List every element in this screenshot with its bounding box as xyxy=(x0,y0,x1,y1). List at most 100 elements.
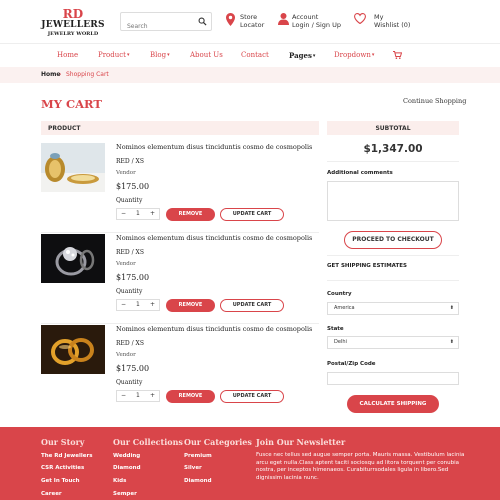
continue-shopping-link[interactable]: Continue Shopping xyxy=(403,97,466,105)
shipping-estimates-title: GET SHIPPING ESTIMATES xyxy=(327,263,407,269)
cart-item: Nominos elementum disus tinciduntis cosm… xyxy=(41,325,319,415)
footer-link[interactable]: Silver xyxy=(184,465,202,471)
update-cart-button[interactable]: UPDATE CART xyxy=(220,208,284,221)
product-variant: RED / XS xyxy=(116,340,144,347)
footer-categories-title: Our Categories xyxy=(184,437,252,447)
quantity-value[interactable]: 1 xyxy=(136,392,140,399)
product-image-diamond-ring[interactable] xyxy=(41,234,105,283)
search-icon[interactable] xyxy=(198,17,207,26)
nav-pages[interactable]: Pages▾ xyxy=(289,51,315,60)
country-select[interactable]: America ⬍ xyxy=(327,302,459,315)
page-title: MY CART xyxy=(41,97,102,111)
product-name[interactable]: Nominos elementum disus tinciduntis cosm… xyxy=(116,143,312,151)
chevron-down-icon: ⬍ xyxy=(449,339,454,345)
footer-link[interactable]: The Rd Jewellers xyxy=(41,453,92,459)
footer-link[interactable]: Wedding xyxy=(113,453,140,459)
summary-divider xyxy=(327,280,459,281)
update-cart-button[interactable]: UPDATE CART xyxy=(220,299,284,312)
footer-newsletter-title: Join Our Newsletter xyxy=(256,437,346,447)
breadcrumb-separator: › xyxy=(59,71,62,78)
nav-product[interactable]: Product▾ xyxy=(98,51,130,59)
nav-blog[interactable]: Blog▾ xyxy=(150,51,170,59)
item-divider xyxy=(41,232,319,233)
nav-contact[interactable]: Contact xyxy=(241,51,269,59)
country-label: Country xyxy=(327,291,352,297)
nav-dropdown-label: Dropdown xyxy=(334,51,371,59)
comments-textarea[interactable] xyxy=(327,181,459,221)
breadcrumb-home[interactable]: Home xyxy=(41,71,60,78)
decrement-button[interactable]: − xyxy=(121,301,126,308)
product-name[interactable]: Nominos elementum disus tinciduntis cosm… xyxy=(116,234,312,242)
logo-line-1: RD xyxy=(62,7,84,21)
country-value: America xyxy=(334,305,355,311)
state-label: State xyxy=(327,326,344,332)
footer-link[interactable]: Diamond xyxy=(184,478,212,484)
footer-link[interactable]: Semper xyxy=(113,491,137,497)
subtotal-column-header: SUBTOTAL xyxy=(327,121,459,135)
remove-button[interactable]: REMOVE xyxy=(166,299,215,312)
comments-label: Additional comments xyxy=(327,170,393,176)
breadcrumb: Home › Shopping Cart xyxy=(0,67,500,83)
quantity-stepper: − 1 + xyxy=(116,299,160,311)
chevron-down-icon: ▾ xyxy=(312,53,316,59)
footer-link[interactable]: Career xyxy=(41,491,62,497)
footer-link[interactable]: Kids xyxy=(113,478,126,484)
decrement-button[interactable]: − xyxy=(121,210,126,217)
product-column-header: PRODUCT xyxy=(41,121,319,135)
quantity-value[interactable]: 1 xyxy=(136,301,140,308)
product-vendor: Vendor xyxy=(116,261,136,267)
quantity-label: Quantity xyxy=(116,197,143,204)
remove-button[interactable]: REMOVE xyxy=(166,390,215,403)
nav-cart[interactable] xyxy=(393,51,403,61)
checkout-button[interactable]: PROCEED TO CHECKOUT xyxy=(344,231,442,249)
chevron-down-icon: ⬍ xyxy=(449,305,454,311)
quantity-label: Quantity xyxy=(116,379,143,386)
product-vendor: Vendor xyxy=(116,170,136,176)
quantity-value[interactable]: 1 xyxy=(136,210,140,217)
footer-collections-title: Our Collections xyxy=(113,437,183,447)
product-vendor: Vendor xyxy=(116,352,136,358)
increment-button[interactable]: + xyxy=(150,392,155,399)
increment-button[interactable]: + xyxy=(150,210,155,217)
footer-our-story-title: Our Story xyxy=(41,437,85,447)
footer-link[interactable]: Premium xyxy=(184,453,212,459)
product-price: $175.00 xyxy=(116,273,150,282)
wishlist-line2: Wishlist (0) xyxy=(374,21,411,29)
remove-button[interactable]: REMOVE xyxy=(166,208,215,221)
wishlist-line1: My xyxy=(374,13,384,21)
nav-about[interactable]: About Us xyxy=(190,51,223,59)
increment-button[interactable]: + xyxy=(150,301,155,308)
state-select[interactable]: Delhi ⬍ xyxy=(327,336,459,349)
product-variant: RED / XS xyxy=(116,249,144,256)
account-line2: Login / Sign Up xyxy=(292,21,341,29)
footer-link[interactable]: Get In Touch xyxy=(41,478,80,484)
nav-home[interactable]: Home xyxy=(57,51,78,59)
zip-input[interactable] xyxy=(327,372,459,385)
quantity-stepper: − 1 + xyxy=(116,390,160,402)
search-input[interactable] xyxy=(121,18,195,35)
update-cart-button[interactable]: UPDATE CART xyxy=(220,390,284,403)
quantity-stepper: − 1 + xyxy=(116,208,160,220)
quantity-label: Quantity xyxy=(116,288,143,295)
logo[interactable]: RD JEWELLERS JEWELRY WORLD xyxy=(40,8,106,37)
user-icon xyxy=(278,13,289,25)
calculate-shipping-button[interactable]: CALCULATE SHIPPING xyxy=(347,395,439,413)
chevron-down-icon: ▾ xyxy=(127,52,130,58)
nav-dropdown[interactable]: Dropdown▾ xyxy=(334,51,374,59)
main-nav: Home Product▾ Blog▾ About Us Contact Pag… xyxy=(0,44,500,66)
newsletter-input[interactable] xyxy=(256,493,466,500)
product-image-gold-ring[interactable] xyxy=(41,143,105,192)
heart-icon xyxy=(354,13,366,24)
footer-link[interactable]: CSR Activities xyxy=(41,465,84,471)
footer-link[interactable]: Diamond xyxy=(113,465,141,471)
map-pin-icon xyxy=(226,13,235,26)
decrement-button[interactable]: − xyxy=(121,392,126,399)
footer-newsletter-text: Fusce nec tellus sed augue semper porta.… xyxy=(256,452,465,481)
logo-line-3: JEWELRY WORLD xyxy=(47,31,99,37)
product-price: $175.00 xyxy=(116,364,150,373)
product-name[interactable]: Nominos elementum disus tinciduntis cosm… xyxy=(116,325,312,333)
footer: Our Story The Rd Jewellers CSR Activitie… xyxy=(0,427,500,500)
logo-line-2: JEWELLERS xyxy=(41,20,105,30)
product-image-gold-bands[interactable] xyxy=(41,325,105,374)
chevron-down-icon: ▾ xyxy=(371,52,375,58)
